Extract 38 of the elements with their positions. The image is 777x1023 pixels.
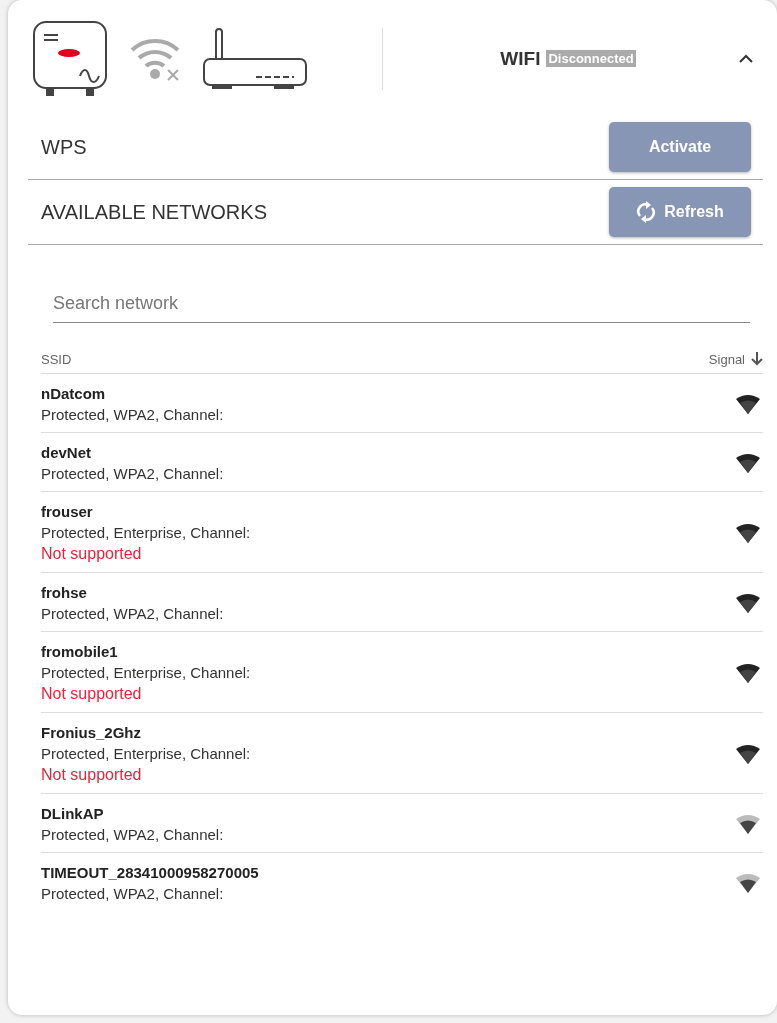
- network-details: Protected, Enterprise, Channel:: [41, 745, 251, 762]
- network-row[interactable]: fromobile1 Protected, Enterprise, Channel: Not supported: [41, 632, 763, 713]
- warning-text: Not supported: [41, 685, 143, 703]
- chevron-up-icon: [739, 54, 753, 63]
- sort-down-icon: [751, 352, 763, 366]
- column-header[interactable]: Signal: [708, 351, 763, 367]
- column-header[interactable]: SSID: [41, 351, 72, 367]
- network-row[interactable]: TIMEOUT_28341000958270005 Protected, WPA2, Channel:: [41, 853, 763, 911]
- network-row[interactable]: frouser Protected, Enterprise, Channel: Not supported: [41, 492, 763, 573]
- warning-text: Not supported: [41, 545, 143, 563]
- inverter-icon: [32, 19, 110, 98]
- warning-text: Not supported: [41, 766, 143, 784]
- refresh-icon: [636, 201, 657, 223]
- network-details: Protected, WPA2, Channel:: [41, 885, 225, 902]
- network-name: devNet: [41, 444, 93, 461]
- network-name: frohse: [41, 584, 88, 601]
- wps-label: WPS: [41, 135, 87, 159]
- status-badge: Disconnected: [546, 50, 636, 67]
- network-details: Protected, WPA2, Channel:: [41, 465, 224, 482]
- network-details: Protected, WPA2, Channel:: [41, 826, 224, 843]
- network-row[interactable]: DLinkAP Protected, WPA2, Channel:: [41, 794, 763, 853]
- network-row[interactable]: devNet Protected, WPA2, Channel:: [41, 433, 763, 492]
- section-title: WIFI: [500, 47, 541, 70]
- network-row[interactable]: frohse Protected, WPA2, Channel:: [41, 573, 763, 632]
- network-details: Protected, WPA2, Channel:: [41, 605, 224, 622]
- network-details: Protected, Enterprise, Channel:: [41, 664, 251, 681]
- router-icon: [202, 26, 308, 91]
- network-details: Protected, WPA2, Channel:: [41, 406, 224, 423]
- network-row[interactable]: nDatcom Protected, WPA2, Channel:: [41, 374, 763, 433]
- available-networks-label: AVAILABLE NETWORKS: [41, 200, 267, 224]
- network-name: frouser: [41, 503, 94, 520]
- network-row[interactable]: Fronius_2Ghz Protected, Enterprise, Channel: Not supported: [41, 713, 763, 794]
- network-name: Fronius_2Ghz: [41, 724, 142, 741]
- network-name: DLinkAP: [41, 805, 105, 822]
- network-name: TIMEOUT_28341000958270005: [41, 864, 259, 881]
- network-name: nDatcom: [41, 385, 107, 402]
- network-details: Protected, Enterprise, Channel:: [41, 524, 251, 541]
- network-name: fromobile1: [41, 643, 119, 660]
